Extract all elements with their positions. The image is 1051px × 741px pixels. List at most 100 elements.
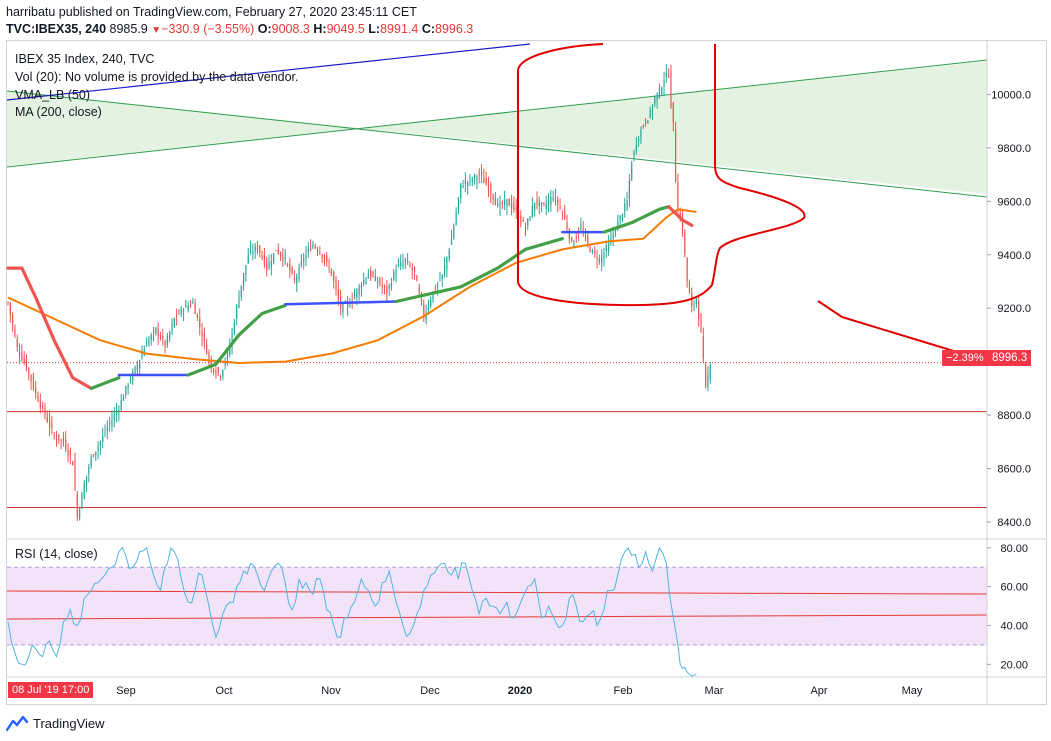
candle-body: [176, 315, 178, 318]
red-projection-drawing: [517, 43, 806, 307]
candle-body: [668, 75, 670, 77]
price-tick-label: 8800.0: [997, 410, 1031, 422]
candle-body: [688, 281, 691, 294]
candle-body: [353, 295, 356, 299]
last-price-badge: 8996.3: [988, 350, 1032, 366]
red-downtrend-line: [817, 300, 843, 318]
candle-body: [478, 173, 480, 175]
candle-body: [381, 284, 383, 287]
price-tick-label: 9400.0: [997, 250, 1031, 262]
candle-body: [275, 250, 277, 252]
candle-body: [587, 236, 589, 243]
candle-body: [125, 386, 127, 395]
candle-body: [407, 260, 409, 262]
candle-body: [217, 367, 219, 373]
candle-body: [686, 257, 688, 282]
candle-body: [187, 305, 189, 310]
candle-body: [159, 334, 162, 340]
candle-body: [150, 334, 152, 340]
candle-body: [446, 257, 448, 270]
candle-body: [524, 227, 527, 229]
candle-body: [663, 80, 665, 87]
candle-body: [670, 70, 672, 108]
rsi-legend: RSI (14, close): [15, 547, 98, 561]
candle-body: [430, 299, 432, 307]
candle-body: [18, 351, 21, 356]
candle-body: [457, 197, 460, 209]
vma-segment: [89, 376, 121, 390]
candle-body: [44, 407, 46, 416]
candle-body: [596, 257, 598, 260]
candle-body: [439, 280, 441, 282]
candle-body: [575, 237, 577, 239]
candle-body: [243, 273, 245, 287]
candle-body: [698, 301, 700, 320]
candle-body: [111, 419, 113, 427]
candle-body: [240, 285, 242, 297]
candle-body: [180, 308, 182, 315]
candle-body: [360, 285, 363, 289]
price-tick-label: 9600.0: [997, 196, 1031, 208]
candle-body: [367, 274, 369, 279]
candle-body: [476, 176, 478, 182]
candle-body: [633, 150, 635, 159]
candle-body: [335, 279, 337, 290]
candle-body: [638, 138, 640, 140]
candle-body: [455, 212, 457, 225]
candle-body: [155, 327, 157, 334]
candle-body: [545, 203, 547, 209]
candle-body: [564, 210, 566, 220]
candle-body: [601, 255, 603, 263]
candle-body: [139, 360, 141, 369]
candle-body: [166, 335, 168, 345]
candle-body: [504, 199, 506, 205]
candle-body: [245, 265, 247, 275]
candle-body: [238, 297, 240, 308]
time-tick-label: Sep: [116, 685, 136, 697]
candle-body: [305, 253, 307, 260]
candle-body: [206, 344, 208, 355]
candle-body: [270, 261, 272, 268]
vma-segment: [283, 300, 398, 306]
candle-body: [106, 427, 108, 431]
candle-body: [268, 262, 270, 269]
candle-body: [266, 259, 268, 270]
candle-body: [506, 199, 508, 207]
candle-body: [508, 199, 510, 206]
chart-canvas[interactable]: 8400.08600.08800.09000.09200.09400.09600…: [0, 0, 1051, 741]
candle-body: [661, 87, 663, 95]
candle-body: [480, 171, 483, 176]
candle-body: [538, 201, 540, 206]
candle-body: [279, 252, 282, 257]
tradingview-logo[interactable]: TradingView: [6, 714, 105, 732]
candle-body: [12, 314, 14, 325]
candle-body: [129, 379, 132, 381]
candle-body: [656, 93, 658, 101]
candle-body: [48, 418, 51, 428]
candle-body: [684, 232, 686, 255]
candle-body: [349, 305, 351, 307]
candle-body: [173, 318, 175, 327]
candle-body: [427, 305, 430, 310]
candle-body: [222, 370, 224, 377]
candle-body: [296, 276, 298, 284]
candle-body: [554, 197, 557, 199]
candle-body: [642, 125, 644, 127]
candle-body: [319, 252, 321, 254]
candle-body: [591, 249, 594, 253]
candle-body: [189, 305, 192, 307]
candle-body: [92, 454, 95, 457]
candle-body: [236, 305, 238, 319]
candle-body: [55, 437, 58, 440]
candle-body: [510, 201, 513, 209]
candle-body: [471, 178, 473, 183]
candle-body: [469, 177, 471, 179]
candle-body: [67, 449, 69, 456]
tradingview-logo-icon: [6, 715, 28, 732]
candle-body: [464, 181, 466, 185]
candle-body: [146, 345, 148, 347]
candle-body: [99, 441, 101, 447]
candle-body: [531, 205, 533, 217]
footer: TradingView: [0, 706, 1051, 741]
candle-body: [654, 96, 656, 104]
